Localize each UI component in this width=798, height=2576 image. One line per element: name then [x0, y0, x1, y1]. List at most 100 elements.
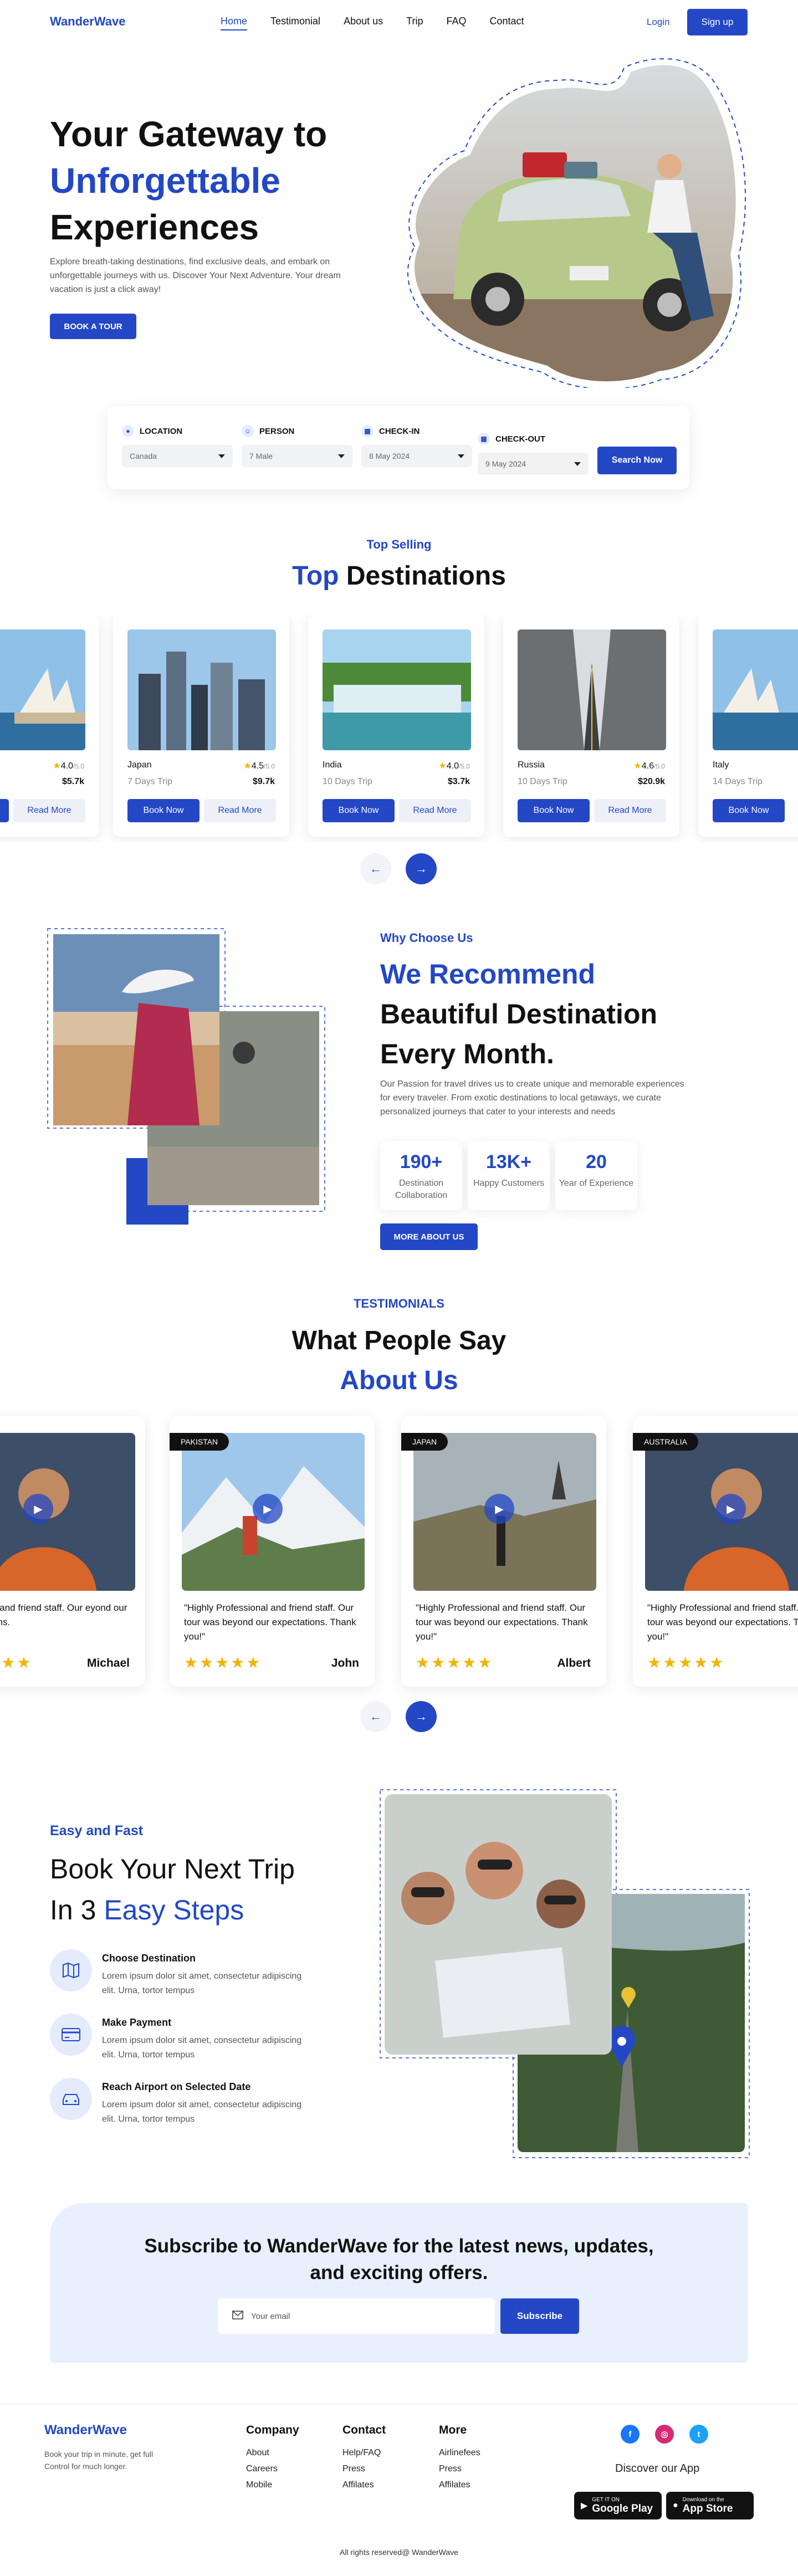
testimonial-quote: "Highly Professional and friend staff. O… — [184, 1602, 356, 1642]
as-small: Download on the — [682, 2496, 724, 2503]
testimonial-card: JAPAN ▶ "Highly Professional and friend … — [401, 1416, 606, 1687]
step-text: Lorem ipsum dolor sit amet, consectetur … — [102, 1971, 302, 1995]
subscribe-line-1: Subscribe to WanderWave for the latest n… — [144, 2235, 654, 2257]
book-now-button[interactable]: Book Now — [0, 799, 9, 822]
car-icon — [50, 2078, 92, 2120]
testimonial-next-arrow-icon[interactable]: → — [406, 1701, 437, 1732]
destination-price: $3.7k — [447, 777, 470, 786]
play-icon[interactable]: ▶ — [253, 1494, 283, 1524]
subscribe-button[interactable]: Subscribe — [500, 2298, 579, 2334]
nav-contact[interactable]: Contact — [489, 16, 524, 27]
testimonial-quote: "Highly Professional and friend staff. O… — [647, 1602, 798, 1642]
destination-days: 10 Days Trip — [323, 777, 372, 786]
copyright: All rights reserved@ WanderWave — [340, 2548, 458, 2557]
book-now-button[interactable]: Book Now — [323, 799, 395, 822]
destination-price: $20.9k — [638, 777, 665, 786]
destination-card: India ★4.0/5.0 10 Days Trip $3.7k Book N… — [308, 615, 484, 837]
email-placeholder: Your email — [251, 2311, 290, 2321]
read-more-button[interactable]: Read More — [594, 799, 666, 822]
testimonial-video[interactable] — [413, 1433, 596, 1591]
testimonial-prev-arrow-icon[interactable]: ← — [360, 1701, 391, 1732]
play-icon[interactable]: ▶ — [23, 1494, 53, 1524]
step-title: Choose Destination — [102, 1953, 196, 1964]
facebook-icon[interactable]: f — [621, 2425, 640, 2444]
footer-link[interactable]: About — [246, 2445, 299, 2461]
footer-link[interactable]: Affilates — [439, 2477, 480, 2493]
app-store-button[interactable]: ● Download on the App Store — [666, 2492, 754, 2519]
destination-rating: ★4.6/5.0 — [633, 761, 665, 771]
steps-heading: Book Your Next Trip In 3 Easy Steps — [50, 1848, 295, 1930]
why-choose-images — [47, 928, 325, 1225]
destination-image — [0, 629, 85, 750]
play-icon[interactable]: ▶ — [484, 1494, 514, 1524]
book-now-button[interactable]: Book Now — [713, 799, 785, 822]
login-link[interactable]: Login — [647, 17, 670, 28]
read-more-button[interactable]: Read More — [13, 799, 85, 822]
checkin-select[interactable]: 8 May 2024 — [361, 445, 472, 467]
read-more-button[interactable]: Read More — [204, 799, 276, 822]
nav-about[interactable]: About us — [344, 16, 383, 27]
testimonials-subtitle: TESTIMONIALS — [354, 1297, 444, 1310]
testimonial-quote: ofessional and friend staff. Our eyond o… — [0, 1602, 127, 1627]
play-icon[interactable]: ▶ — [716, 1494, 746, 1524]
gp-small: GET IT ON — [592, 2496, 620, 2503]
subscribe-heading: Subscribe to WanderWave for the latest n… — [50, 2233, 748, 2286]
carousel-prev-arrow-icon[interactable]: ← — [360, 853, 391, 884]
why-line-3: Every Month. — [380, 1038, 554, 1069]
steps-subtitle: Easy and Fast — [50, 1823, 144, 1838]
more-about-us-button[interactable]: MORE ABOUT US — [380, 1223, 478, 1250]
hero-line-3: Experiences — [50, 207, 259, 247]
read-more-button[interactable]: Read More — [399, 799, 471, 822]
location-select[interactable]: Canada — [122, 445, 233, 467]
nav-home[interactable]: Home — [221, 16, 248, 30]
footer-link[interactable]: Mobile — [246, 2477, 299, 2493]
twitter-icon[interactable]: t — [689, 2425, 708, 2444]
footer-link[interactable]: Affilates — [342, 2477, 386, 2493]
footer-link[interactable]: Press — [439, 2461, 480, 2477]
destination-image — [323, 629, 471, 750]
book-tour-button[interactable]: BOOK A TOUR — [50, 314, 136, 339]
checkout-select[interactable]: 9 May 2024 — [478, 453, 589, 475]
credit-card-icon — [50, 2014, 92, 2056]
testimonial-video[interactable] — [182, 1433, 365, 1591]
top-navbar: WanderWave Home Testimonial About us Tri… — [0, 0, 798, 44]
google-play-button[interactable]: ▶ GET IT ON Google Play — [574, 2492, 662, 2519]
nav-testimonial[interactable]: Testimonial — [270, 16, 320, 27]
footer-link[interactable]: Airlinefees — [439, 2445, 480, 2461]
destination-price: $5.7k — [62, 777, 84, 786]
signup-button[interactable]: Sign up — [687, 9, 748, 35]
hero-description: Explore breath-taking destinations, find… — [50, 257, 341, 294]
carousel-next-arrow-icon[interactable]: → — [406, 853, 437, 884]
instagram-icon[interactable]: ◎ — [655, 2425, 674, 2444]
book-now-button[interactable]: Book Now — [518, 799, 590, 822]
footer-logo[interactable]: WanderWave — [44, 2423, 127, 2438]
checkin-field: ▦ CHECK-IN 8 May 2024 — [361, 424, 472, 467]
nav-faq[interactable]: FAQ — [446, 16, 466, 27]
stat-label: Year of Experience — [559, 1179, 634, 1188]
testimonial-video[interactable] — [0, 1433, 135, 1591]
main-menu: Home Testimonial About us Trip FAQ Conta… — [221, 16, 548, 30]
destinations-title-rest: Destinations — [346, 561, 506, 591]
destination-card: ★4.0/5.0 $5.7k Book Now Read More — [0, 615, 99, 837]
email-input[interactable]: Your email — [218, 2298, 495, 2334]
footer-link[interactable]: Press — [342, 2461, 386, 2477]
footer-link[interactable]: Help/FAQ — [342, 2445, 386, 2461]
testimonial-card: A ▶ ofessional and friend staff. Our eyo… — [0, 1416, 145, 1687]
why-line-2: Beautiful Destination — [380, 998, 658, 1030]
nav-trip[interactable]: Trip — [406, 16, 423, 27]
person-field: ☺ PERSON 7 Male — [242, 424, 352, 467]
footer-link[interactable]: Careers — [246, 2461, 299, 2477]
hero-image — [407, 58, 746, 388]
footer-col-title: Contact — [342, 2424, 386, 2436]
person-label: PERSON — [259, 426, 295, 436]
checkin-label: CHECK-IN — [379, 426, 420, 436]
location-pin-icon: ● — [122, 425, 134, 437]
stat-label: Happy Customers — [473, 1179, 545, 1188]
search-now-button[interactable]: Search Now — [597, 447, 677, 474]
step-text: Lorem ipsum dolor sit amet, consectetur … — [102, 2100, 302, 2124]
destination-card: Japan ★4.5/5.0 7 Days Trip $9.7k Book No… — [113, 615, 289, 837]
book-now-button[interactable]: Book Now — [127, 799, 200, 822]
person-select[interactable]: 7 Male — [242, 445, 352, 467]
testimonial-video[interactable] — [645, 1433, 798, 1591]
brand-logo[interactable]: WanderWave — [50, 14, 126, 29]
